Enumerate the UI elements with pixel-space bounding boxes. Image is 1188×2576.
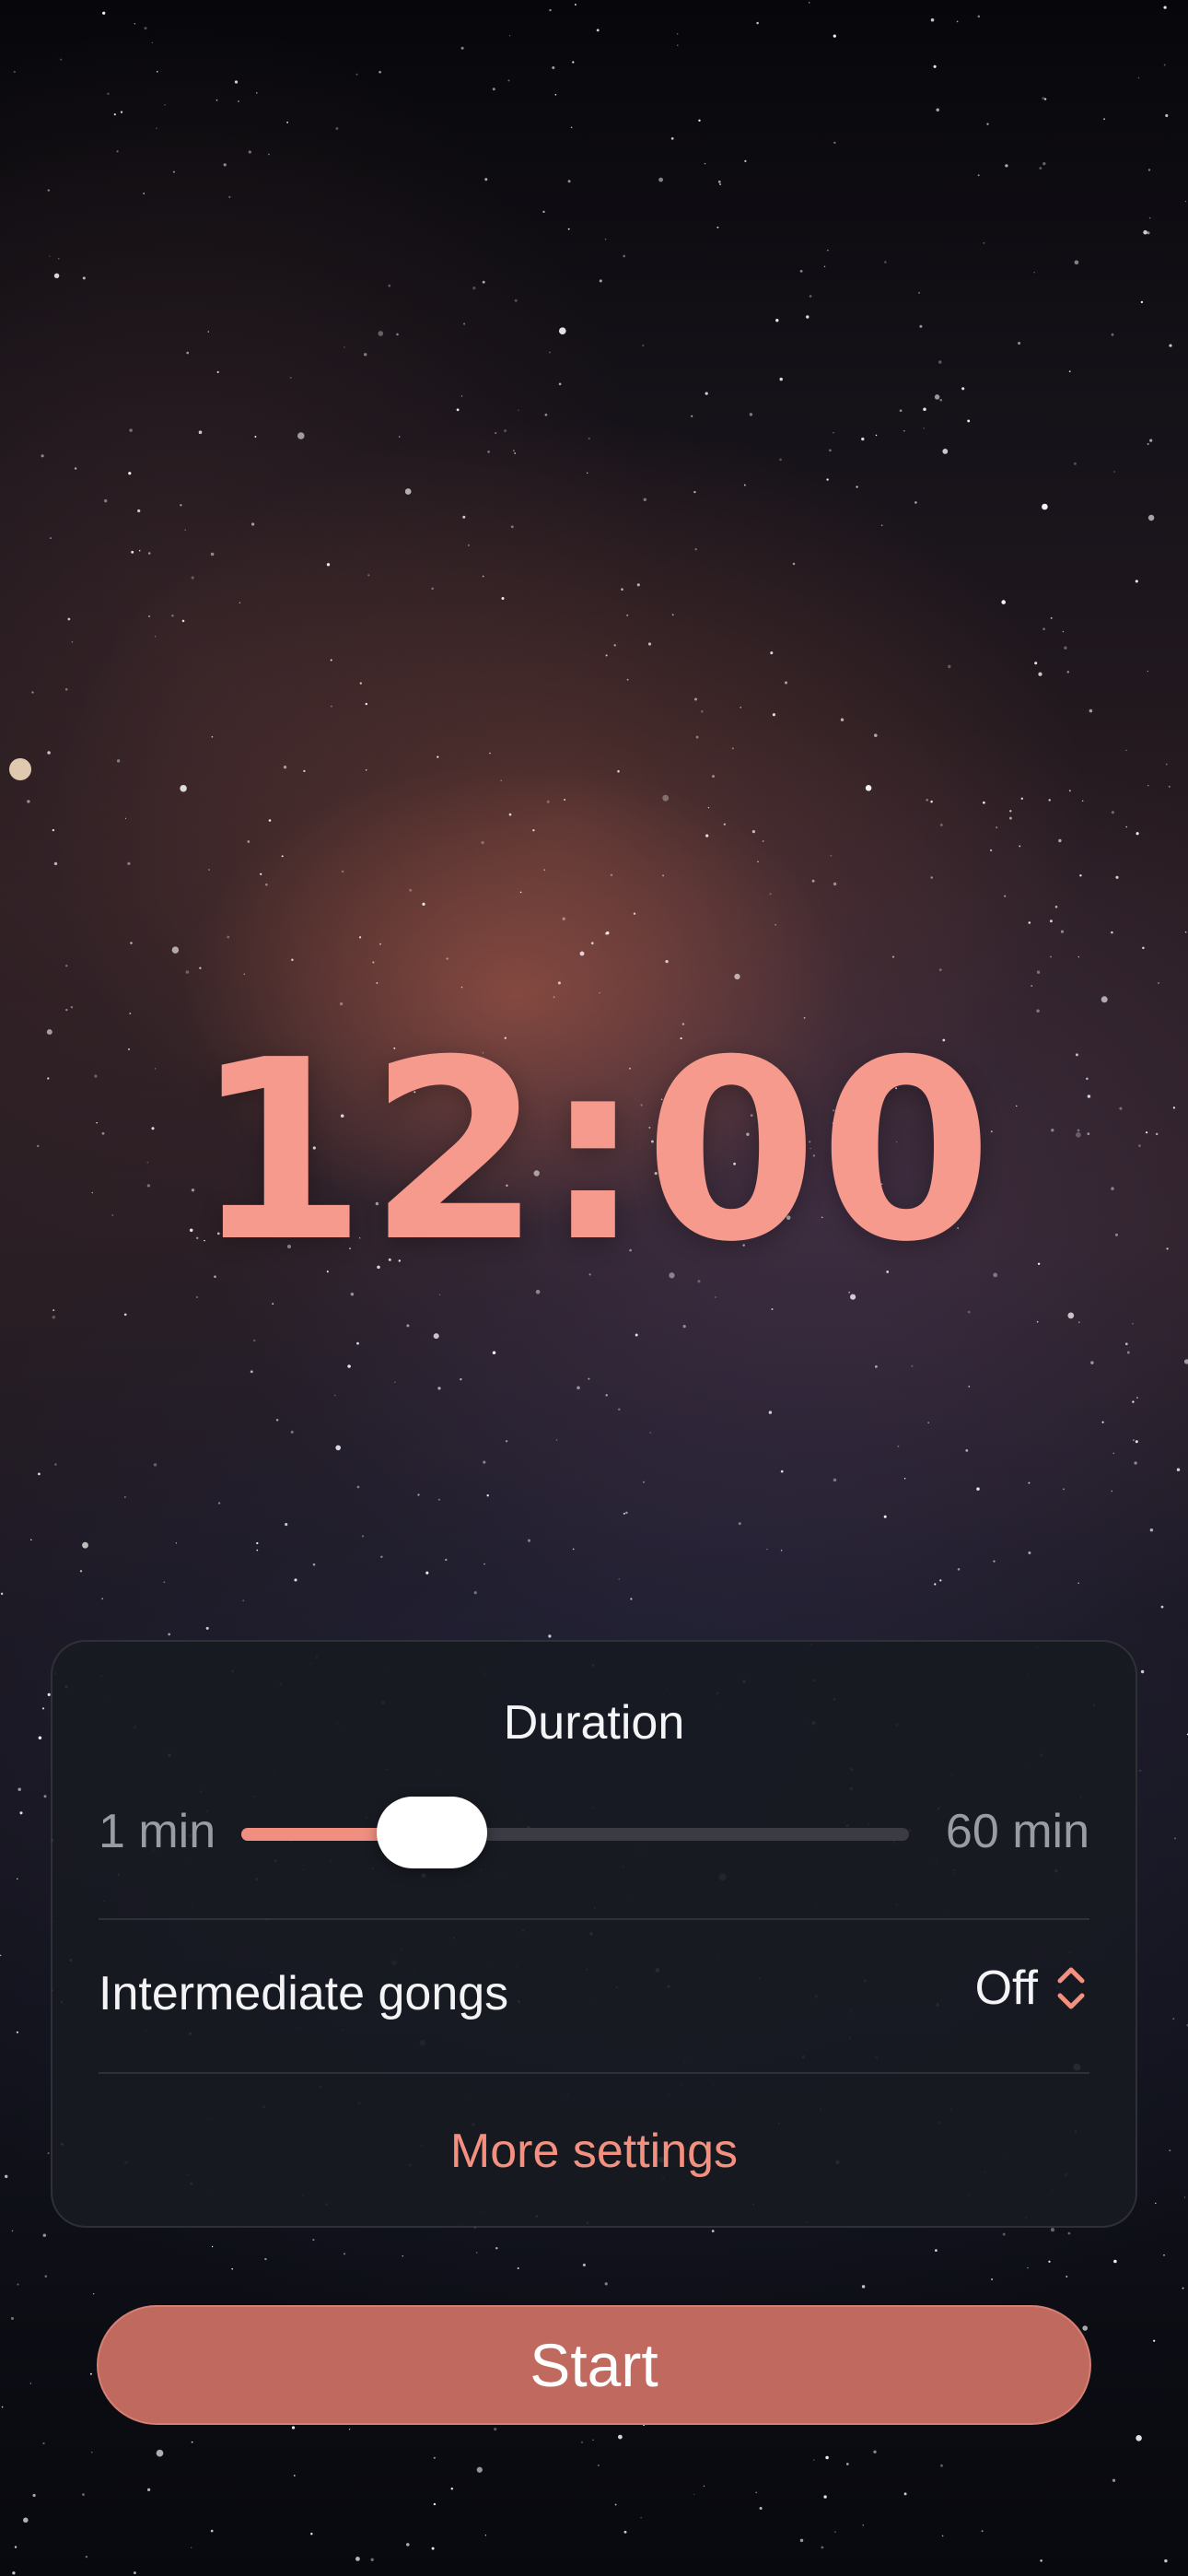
more-settings-link[interactable]: More settings [52,2124,1136,2179]
duration-min-label: 1 min [99,1805,216,1858]
chevron-up-down-icon [1057,1967,1085,2009]
start-button[interactable]: Start [97,2305,1091,2425]
duration-max-label: 60 min [945,1805,1089,1858]
slider-thumb[interactable] [376,1797,487,1868]
settings-card: Duration 1 min 60 min Intermediate gongs… [51,1640,1137,2228]
intermediate-gongs-value: Off [974,1961,1038,2015]
intermediate-gongs-picker[interactable]: Off [975,1961,1089,2016]
divider [99,2072,1089,2074]
timer-display: 12:00 [193,1006,995,1296]
divider [99,1918,1089,1920]
intermediate-gongs-label: Intermediate gongs [99,1967,509,2020]
duration-title: Duration [503,1696,685,1750]
duration-slider[interactable] [241,1797,909,1868]
